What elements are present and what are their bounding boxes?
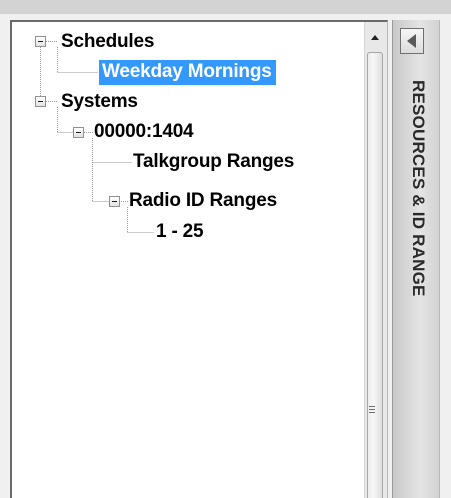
window-top-strip: [0, 0, 451, 14]
tree-node-label: Radio ID Ranges: [129, 189, 277, 211]
tree-node-label: Systems: [61, 90, 138, 112]
tree-view[interactable]: Schedules Weekday Mornings Systems 00000…: [10, 20, 388, 498]
tree-node-label: Weekday Mornings: [99, 59, 276, 85]
resources-side-tab[interactable]: RESOURCES & ID RANGE: [392, 20, 440, 498]
tree-node-range-1-25[interactable]: 1 - 25: [153, 219, 207, 245]
tree-node-systems[interactable]: Systems: [58, 89, 142, 115]
tree-node-label: Talkgroup Ranges: [133, 150, 295, 172]
tree-node-talkgroup-ranges[interactable]: Talkgroup Ranges: [130, 149, 298, 175]
collapse-panel-button[interactable]: [400, 28, 424, 54]
collapse-toggle-radio-id-ranges[interactable]: [109, 196, 120, 207]
collapse-toggle-systems[interactable]: [35, 96, 46, 107]
scrollbar-thumb[interactable]: [367, 52, 383, 498]
triangle-left-icon: [407, 34, 416, 48]
tree-viewport: Schedules Weekday Mornings Systems 00000…: [12, 22, 364, 498]
vertical-scrollbar[interactable]: [364, 22, 387, 498]
scrollbar-grip-icon: [369, 406, 375, 415]
tree-node-label: 00000:1404: [94, 120, 194, 142]
tree-node-schedules[interactable]: Schedules: [58, 29, 158, 55]
tree-node-weekday-mornings[interactable]: Weekday Mornings: [99, 59, 276, 85]
tree-node-radio-id-ranges[interactable]: Radio ID Ranges: [126, 188, 281, 214]
tree-node-label: Schedules: [61, 30, 155, 52]
side-tab-title: RESOURCES & ID RANGE: [409, 80, 428, 297]
collapse-toggle-schedules[interactable]: [35, 36, 46, 47]
tree-node-label: 1 - 25: [156, 220, 204, 242]
scroll-up-arrow-icon[interactable]: [371, 35, 379, 40]
collapse-toggle-system-00000-1404[interactable]: [73, 127, 84, 138]
tree-node-system-00000-1404[interactable]: 00000:1404: [91, 119, 197, 145]
